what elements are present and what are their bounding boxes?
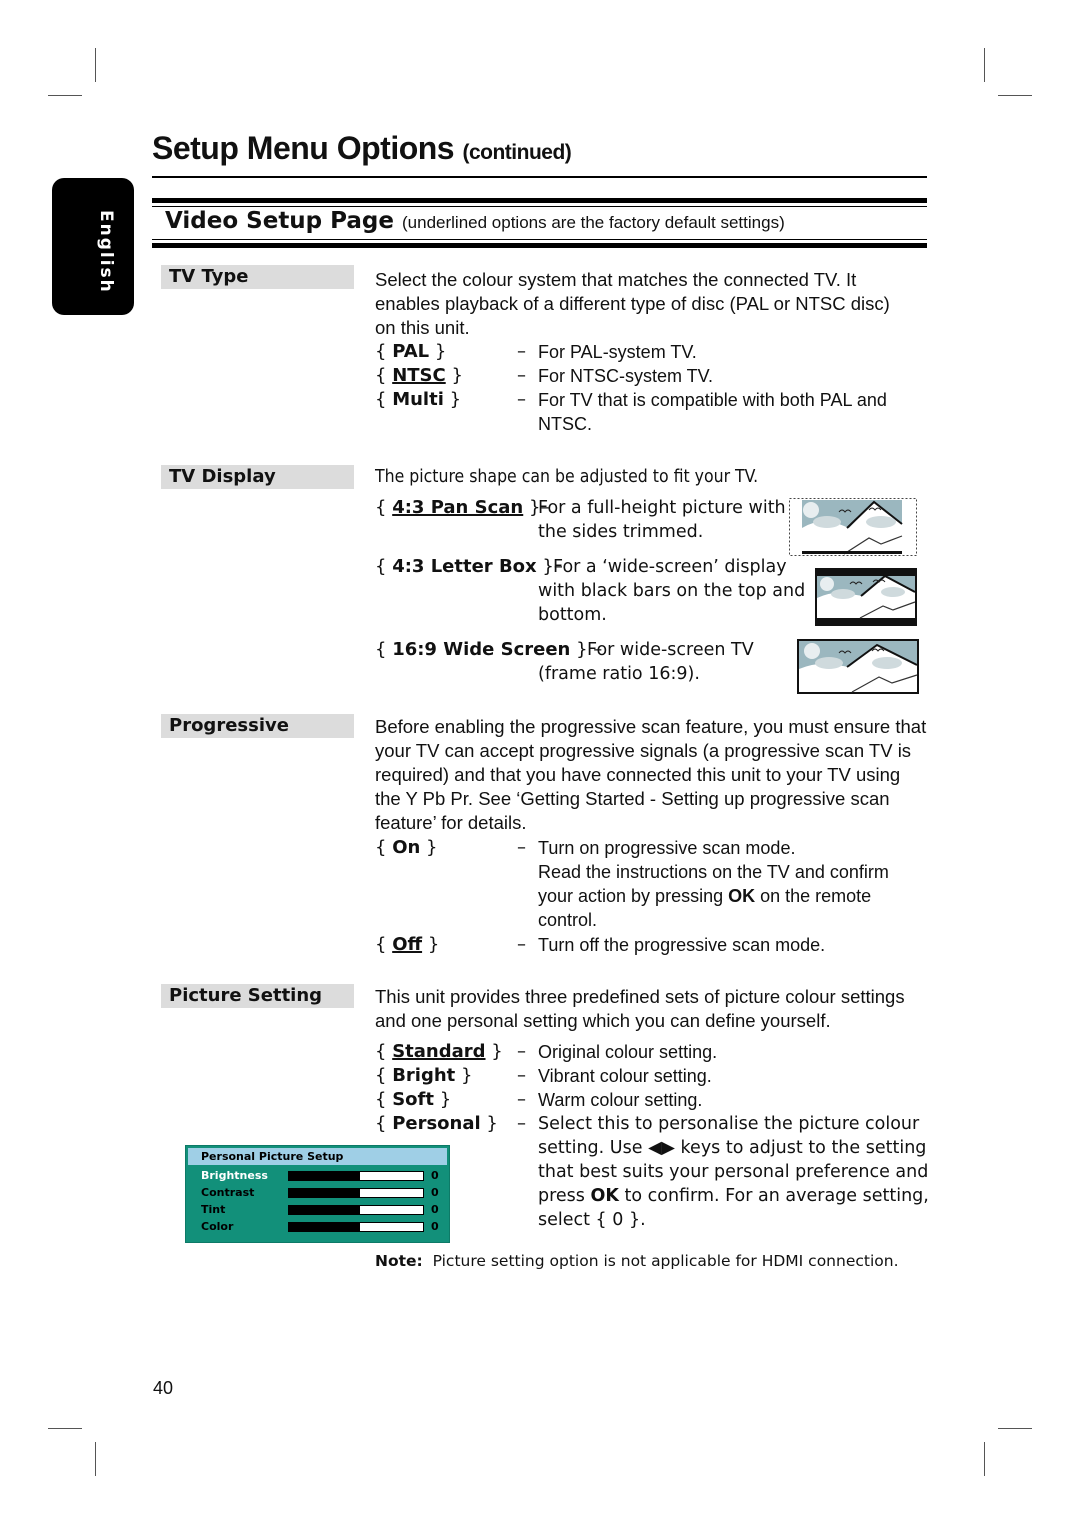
tv-type-label: TV Type: [161, 265, 354, 289]
panel-row-color[interactable]: Color 0: [201, 1219, 441, 1235]
personal-picture-setup-panel: Personal Picture Setup Brightness 0 Cont…: [185, 1145, 450, 1243]
option-desc: For PAL-system TV.: [538, 342, 697, 362]
left-right-arrows-icon: ◀▶: [648, 1138, 675, 1158]
note: Note: Picture setting option is not appl…: [375, 1252, 899, 1270]
page-number: 40: [153, 1378, 174, 1398]
tint-slider[interactable]: [288, 1205, 424, 1215]
panel-row-brightness[interactable]: Brightness 0: [201, 1168, 441, 1184]
section-rule-top-thin: [152, 206, 927, 207]
panel-row-tint[interactable]: Tint 0: [201, 1202, 441, 1218]
crop-mark: [998, 1428, 1032, 1429]
option-desc: For a full-height picture with the sides…: [538, 498, 786, 542]
option-name: Multi: [392, 389, 444, 410]
progressive-intro: Before enabling the progressive scan fea…: [375, 716, 927, 833]
option-name: Soft: [392, 1089, 434, 1110]
progressive-label: Progressive: [161, 714, 354, 738]
contrast-slider[interactable]: [288, 1188, 424, 1198]
dash: –: [517, 365, 526, 386]
text-line: on this unit.: [375, 317, 470, 338]
widescreen-thumbnail: [797, 639, 919, 694]
option-desc-cont: with black bars on the top and bottom.: [538, 581, 806, 625]
section-title: Video Setup Page (underlined options are…: [165, 208, 785, 234]
option-name-default: Standard: [392, 1041, 486, 1062]
page-title-suffix: (continued): [462, 141, 572, 164]
text-line: enables playback of a different type of …: [375, 293, 890, 314]
picture-setting-label: Picture Setting: [161, 984, 354, 1008]
language-tab: English: [52, 178, 134, 315]
tv-display-intro: The picture shape can be adjusted to fit…: [375, 467, 759, 487]
crop-mark: [998, 95, 1032, 96]
option-name: Bright: [392, 1065, 456, 1086]
tv-type-intro: Select the colour system that matches th…: [375, 268, 890, 340]
dash: –: [517, 389, 526, 410]
picture-setting-intro: This unit provides three predefined sets…: [375, 986, 905, 1031]
option-name: 4:3 Letter Box: [392, 556, 537, 577]
tv-display-label: TV Display: [161, 465, 354, 489]
title-rule: [152, 176, 927, 178]
section-title-text: Video Setup Page: [165, 208, 394, 234]
option-name-default: Off: [392, 934, 423, 955]
option-desc: Original colour setting.: [538, 1042, 718, 1062]
page-title-text: Setup Menu Options: [152, 130, 455, 166]
page-title: Setup Menu Options (continued): [152, 130, 572, 167]
section-rule-bottom-thick: [152, 243, 927, 248]
panel-title: Personal Picture Setup: [188, 1148, 447, 1165]
option-desc: For a ‘wide-screen’ display: [553, 557, 787, 577]
crop-mark: [984, 1442, 985, 1476]
option-desc: Vibrant colour setting.: [538, 1066, 712, 1086]
crop-mark: [48, 95, 82, 96]
crop-mark: [95, 48, 96, 82]
option-desc-cont: (frame ratio 16:9).: [538, 664, 700, 684]
section-rule-top-thick: [152, 198, 927, 203]
note-text: Picture setting option is not applicable…: [432, 1252, 899, 1270]
option-name-default: NTSC: [392, 365, 446, 386]
panel-row-contrast[interactable]: Contrast 0: [201, 1185, 441, 1201]
color-slider[interactable]: [288, 1222, 424, 1232]
note-label: Note:: [375, 1252, 423, 1270]
dash: –: [517, 341, 526, 362]
brightness-slider[interactable]: [288, 1171, 424, 1181]
option-desc: Select this to personalise the picture c…: [538, 1114, 929, 1230]
option-desc: For NTSC-system TV.: [538, 366, 714, 386]
option-name: Personal: [392, 1113, 481, 1134]
option-name: 16:9 Wide Screen: [392, 639, 571, 660]
option-desc: Turn off the progressive scan mode.: [538, 935, 826, 955]
option-desc: For TV that is compatible with both PAL …: [538, 390, 887, 434]
crop-mark: [984, 48, 985, 82]
language-tab-label: English: [96, 210, 116, 294]
option-name: On: [392, 837, 421, 858]
scene-icon: [802, 500, 903, 555]
option-desc: For wide-screen TV: [587, 640, 754, 660]
option-name-default: 4:3 Pan Scan: [392, 497, 524, 518]
crop-mark: [48, 1428, 82, 1429]
letterbox-thumbnail: [815, 568, 917, 626]
option-name: PAL: [392, 341, 430, 362]
option-desc: Turn on progressive scan mode. Read the …: [538, 838, 889, 930]
section-note: (underlined options are the factory defa…: [402, 213, 785, 232]
crop-mark: [95, 1442, 96, 1476]
option-desc: Warm colour setting.: [538, 1090, 703, 1110]
text-line: Select the colour system that matches th…: [375, 269, 857, 290]
section-rule-bottom-thin: [152, 239, 927, 240]
pan-scan-thumbnail: [789, 498, 917, 556]
